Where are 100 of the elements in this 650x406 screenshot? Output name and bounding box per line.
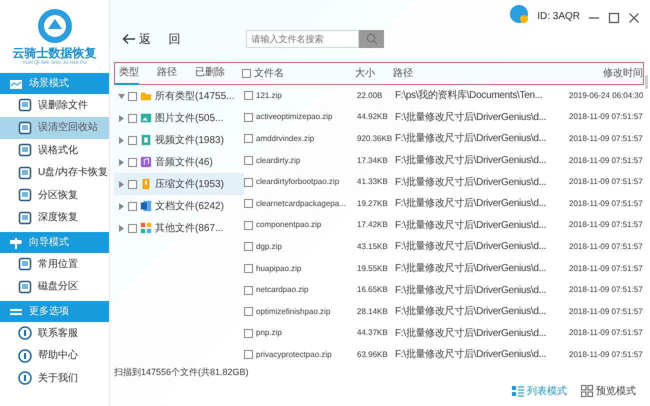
file-size: 16.65KB bbox=[357, 284, 389, 296]
checkbox[interactable] bbox=[244, 286, 253, 295]
tree-item[interactable]: 所有类型(14755... bbox=[114, 85, 244, 107]
checkbox[interactable] bbox=[244, 91, 253, 100]
checkbox[interactable] bbox=[128, 92, 137, 100]
circle-icon bbox=[18, 348, 32, 363]
expand-icon[interactable] bbox=[118, 114, 125, 122]
checkbox[interactable] bbox=[128, 180, 137, 188]
column-header: 修改时间 bbox=[603, 68, 643, 79]
column-header: 路径 bbox=[393, 68, 413, 79]
expand-icon[interactable] bbox=[118, 224, 125, 232]
modified-time: 2018-11-09 07:51:57 bbox=[569, 198, 644, 210]
scan-summary: 扫描到147556个文件(共81.82GB) bbox=[114, 366, 249, 379]
tree-item[interactable]: 文档文件(6242) bbox=[114, 195, 244, 217]
section-title: 向导模式 bbox=[29, 236, 69, 250]
select-all-checkbox[interactable] bbox=[242, 69, 251, 78]
arrow-left-icon bbox=[122, 33, 136, 45]
file-name: pnp.zip bbox=[255, 327, 283, 340]
checkbox[interactable] bbox=[244, 112, 253, 122]
checkbox[interactable] bbox=[244, 156, 253, 166]
modified-time: 2018-11-09 07:51:57 bbox=[569, 306, 644, 318]
checkbox[interactable] bbox=[128, 158, 137, 166]
modified-time: 2018-11-09 07:51:57 bbox=[569, 284, 644, 296]
sidebar-item[interactable]: 误删除文件 bbox=[0, 94, 109, 116]
search-field[interactable]: 请输入文件名搜索 bbox=[246, 30, 360, 48]
expand-icon[interactable] bbox=[118, 136, 125, 144]
scrollbar[interactable] bbox=[645, 75, 648, 89]
tree-label: 所有类型(14755... bbox=[155, 90, 234, 104]
sidebar-item[interactable]: 帮助中心 bbox=[0, 344, 109, 367]
sidebar-item[interactable]: 深度恢复 bbox=[0, 206, 109, 229]
file-name: netcardpao.zip bbox=[255, 284, 310, 296]
checkbox[interactable] bbox=[244, 307, 253, 316]
checkbox[interactable] bbox=[244, 220, 253, 230]
filter-tab[interactable]: 类型 bbox=[115, 62, 139, 84]
file-path: F:\批量修改尺寸后\DriverGenius\d... bbox=[395, 240, 548, 254]
checkbox[interactable] bbox=[128, 202, 137, 210]
file-name: clearnetcardpackagepa... bbox=[255, 198, 347, 210]
tree-item[interactable]: 其他文件(867... bbox=[114, 217, 244, 239]
tree-item[interactable]: 图片文件(505... bbox=[114, 107, 244, 129]
file-size: 920.36KB bbox=[357, 132, 394, 145]
file-size: 44.92KB bbox=[357, 111, 389, 124]
expand-icon[interactable] bbox=[118, 180, 125, 188]
sidebar-item[interactable]: 误格式化 bbox=[0, 139, 109, 162]
checkbox[interactable] bbox=[128, 114, 137, 122]
collapse-icon[interactable] bbox=[118, 92, 125, 100]
back-button[interactable]: 返 回 bbox=[122, 30, 180, 48]
modified-time: 2018-11-09 07:51:57 bbox=[569, 348, 644, 361]
file-size: 17.42KB bbox=[357, 219, 389, 232]
sidebar-item[interactable]: 联系客服 bbox=[0, 322, 109, 344]
video-icon bbox=[140, 134, 152, 146]
tree-item[interactable]: 压缩文件(1953) bbox=[114, 173, 244, 195]
monitor-icon bbox=[9, 78, 23, 90]
circle-icon bbox=[18, 371, 32, 386]
sidebar-item[interactable]: 分区恢复 bbox=[0, 184, 109, 206]
file-size: 22.00B bbox=[357, 90, 384, 102]
sidebar-item[interactable]: U盘/内存卡恢复 bbox=[0, 162, 109, 184]
user-id: ID: 3AQR bbox=[537, 10, 580, 24]
tree-item[interactable]: 视频文件(1983) bbox=[114, 129, 244, 151]
file-path: F:\批量修改尺寸后\DriverGenius\d... bbox=[395, 262, 548, 276]
file-name: amddrvindex.zip bbox=[255, 132, 316, 145]
tree-item[interactable]: 音频文件(46) bbox=[114, 151, 244, 173]
expand-icon[interactable] bbox=[118, 202, 125, 210]
file-size: 19.55KB bbox=[357, 262, 389, 275]
file-size: 28.14KB bbox=[357, 306, 389, 318]
checkbox[interactable] bbox=[244, 178, 253, 187]
checkbox[interactable] bbox=[244, 199, 253, 208]
file-path: F:\批量修改尺寸后\DriverGenius\d... bbox=[395, 304, 548, 320]
file-name: dgp.zip bbox=[255, 240, 283, 253]
filter-tab[interactable]: 已删除 bbox=[191, 62, 225, 84]
brand-name: 云骑士数据恢复 bbox=[12, 46, 96, 60]
expand-icon[interactable] bbox=[118, 158, 125, 166]
checkbox[interactable] bbox=[128, 224, 137, 232]
file-path: F:\批量修改尺寸后\DriverGenius\d... bbox=[395, 348, 548, 362]
file-path: F:\批量修改尺寸后\DriverGenius\d... bbox=[395, 154, 548, 168]
modified-time: 2018-11-09 07:51:57 bbox=[569, 262, 644, 275]
file-path: F:\批量修改尺寸后\DriverGenius\d... bbox=[395, 176, 548, 190]
filter-tab[interactable]: 路径 bbox=[153, 62, 177, 84]
file-path: F:\批量修改尺寸后\DriverGenius\d... bbox=[395, 218, 548, 233]
checkbox[interactable] bbox=[128, 136, 137, 144]
grid-icon bbox=[140, 222, 152, 234]
file-path: F:\批量修改尺寸后\DriverGenius\d... bbox=[395, 284, 548, 298]
tree-label: 图片文件(505... bbox=[155, 112, 224, 126]
list-icon bbox=[512, 385, 524, 397]
close-icon bbox=[628, 12, 640, 24]
sidebar-item[interactable]: 误清空回收站 bbox=[0, 116, 109, 139]
checkbox[interactable] bbox=[244, 264, 253, 274]
sidebar-item[interactable]: 常用位置 bbox=[0, 253, 109, 276]
sidebar-item[interactable]: 关于我们 bbox=[0, 367, 109, 390]
column-header: 文件名 bbox=[254, 68, 284, 79]
sidebar-item[interactable]: 磁盘分区 bbox=[0, 276, 109, 298]
view-mode-button[interactable]: 预览模式 bbox=[581, 384, 636, 398]
tree-label: 压缩文件(1953) bbox=[155, 178, 224, 192]
file-name: 121.zip bbox=[255, 90, 283, 102]
tree-label: 音频文件(46) bbox=[155, 156, 213, 170]
file-size: 19.27KB bbox=[357, 198, 389, 210]
checkbox[interactable] bbox=[244, 350, 253, 360]
checkbox[interactable] bbox=[244, 134, 253, 144]
checkbox[interactable] bbox=[244, 328, 253, 338]
checkbox[interactable] bbox=[244, 242, 253, 252]
column-header: 大小 bbox=[355, 68, 375, 79]
